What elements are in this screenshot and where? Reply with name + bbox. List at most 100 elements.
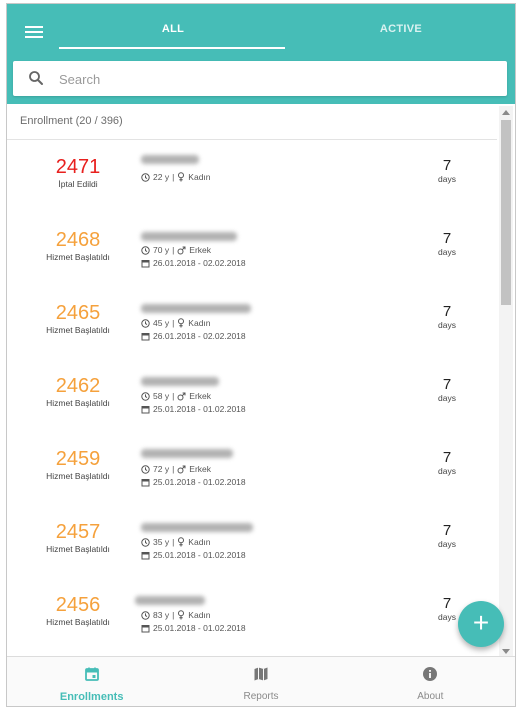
patient-age: 35 y — [153, 537, 170, 547]
clock-icon — [141, 391, 150, 401]
calendar-icon — [141, 259, 150, 267]
search-bar — [13, 61, 507, 96]
date-range: 25.01.2018 - 01.02.2018 — [153, 404, 246, 414]
duration-label: days — [438, 320, 456, 330]
enrollment-row[interactable]: 2471 İptal Edildi 22 y | Kadın 7 days — [7, 141, 497, 214]
calendar-icon — [84, 667, 99, 681]
clock-icon — [141, 537, 150, 547]
clock-icon — [141, 245, 150, 255]
patient-age: 58 y — [153, 391, 170, 401]
duration-label: days — [438, 539, 456, 549]
clock-icon — [141, 172, 150, 182]
enrollment-row[interactable]: 2457 Hizmet Başlatıldı 35 y | Kadın 25.01… — [7, 506, 497, 579]
list-scrollbar[interactable] — [499, 106, 513, 658]
date-range: 25.01.2018 - 01.02.2018 — [153, 550, 246, 560]
enrollment-number: 2471 — [55, 156, 101, 178]
enrollment-status: Hizmet Başlatıldı — [46, 252, 110, 262]
tab-all[interactable]: ALL — [59, 4, 287, 50]
enrollment-row[interactable]: 2459 Hizmet Başlatıldı 72 y | Erkek 25.01… — [7, 433, 497, 506]
calendar-icon — [141, 405, 150, 413]
enrollment-status: İptal Edildi — [58, 179, 98, 189]
duration-value: 7 — [442, 303, 452, 320]
nav-label: Reports — [243, 691, 279, 702]
duration-value: 7 — [442, 449, 452, 466]
scroll-thumb[interactable] — [501, 120, 511, 305]
redacted-name — [141, 523, 253, 532]
enrollment-row[interactable]: 2468 Hizmet Başlatıldı 70 y | Erkek 26.01… — [7, 214, 497, 287]
duration-value: 7 — [442, 157, 452, 174]
enrollment-row[interactable]: 2456 Hizmet Başlatıldı 83 y | Kadın 25.01… — [7, 579, 497, 652]
calendar-icon — [141, 551, 150, 559]
clock-icon — [141, 610, 150, 620]
clock-icon — [141, 464, 150, 474]
nav-enrollments[interactable]: Enrollments — [7, 657, 176, 706]
female-icon — [178, 318, 185, 328]
menu-button[interactable] — [21, 20, 49, 44]
redacted-name — [141, 155, 199, 164]
enrollment-status: Hizmet Başlatıldı — [46, 544, 110, 554]
clock-icon — [141, 318, 150, 328]
map-icon — [254, 667, 268, 681]
enrollment-number: 2468 — [55, 229, 101, 251]
duration-label: days — [438, 174, 456, 184]
male-icon — [177, 392, 186, 400]
enrollment-number: 2457 — [55, 521, 101, 543]
redacted-name — [141, 304, 251, 313]
add-enrollment-button[interactable]: + — [458, 601, 504, 647]
search-icon — [29, 71, 43, 85]
duration-value: 7 — [442, 376, 452, 393]
date-range: 26.01.2018 - 02.02.2018 — [153, 258, 246, 268]
scroll-up-arrow[interactable] — [502, 110, 510, 115]
nav-reports[interactable]: Reports — [176, 657, 345, 706]
patient-gender: Erkek — [189, 245, 212, 255]
redacted-name — [141, 449, 233, 458]
calendar-icon — [141, 624, 150, 632]
tab-active[interactable]: ACTIVE — [287, 4, 515, 50]
menu-icon — [25, 26, 43, 28]
enrollment-number: 2459 — [55, 448, 101, 470]
enrollment-row[interactable]: 2465 Hizmet Başlatıldı 45 y | Kadın 26.01… — [7, 287, 497, 360]
redacted-name — [135, 596, 205, 605]
app-window: ALL ACTIVE Enrollment (20 / 396) 2471 İp… — [6, 3, 516, 707]
calendar-icon — [141, 332, 150, 340]
patient-gender: Kadın — [188, 318, 211, 328]
male-icon — [177, 465, 186, 473]
nav-about[interactable]: About — [346, 657, 515, 706]
patient-gender: Kadın — [188, 537, 211, 547]
enrollment-status: Hizmet Başlatıldı — [46, 617, 110, 627]
patient-gender: Kadın — [188, 172, 211, 182]
nav-label: Enrollments — [59, 691, 124, 703]
enrollment-number: 2456 — [55, 594, 101, 616]
list-header: Enrollment (20 / 396) — [7, 110, 497, 140]
date-range: 26.01.2018 - 02.02.2018 — [153, 331, 246, 341]
patient-age: 72 y — [153, 464, 170, 474]
nav-label: About — [417, 691, 444, 702]
female-icon — [178, 172, 185, 182]
date-range: 25.01.2018 - 01.02.2018 — [153, 477, 246, 487]
enrollment-number: 2465 — [55, 302, 101, 324]
search-input[interactable] — [59, 67, 489, 91]
duration-label: days — [438, 393, 456, 403]
male-icon — [177, 246, 186, 254]
duration-value: 7 — [442, 595, 452, 612]
duration-label: days — [438, 466, 456, 476]
info-icon — [423, 667, 438, 681]
enrollment-row[interactable]: 2462 Hizmet Başlatıldı 58 y | Erkek 25.01… — [7, 360, 497, 433]
enrollment-list: 2471 İptal Edildi 22 y | Kadın 7 days 246… — [7, 141, 497, 653]
patient-gender: Kadın — [188, 610, 211, 620]
duration-value: 7 — [442, 230, 452, 247]
patient-gender: Erkek — [189, 464, 212, 474]
female-icon — [178, 610, 185, 620]
calendar-icon — [141, 478, 150, 486]
duration-label: days — [438, 247, 456, 257]
redacted-name — [141, 232, 237, 241]
enrollment-status: Hizmet Başlatıldı — [46, 471, 110, 481]
scroll-down-arrow[interactable] — [502, 649, 510, 654]
patient-age: 22 y — [153, 172, 170, 182]
enrollment-status: Hizmet Başlatıldı — [46, 325, 110, 335]
female-icon — [178, 537, 185, 547]
enrollment-number: 2462 — [55, 375, 101, 397]
patient-gender: Erkek — [189, 391, 212, 401]
patient-age: 70 y — [153, 245, 170, 255]
app-header: ALL ACTIVE — [7, 4, 515, 104]
